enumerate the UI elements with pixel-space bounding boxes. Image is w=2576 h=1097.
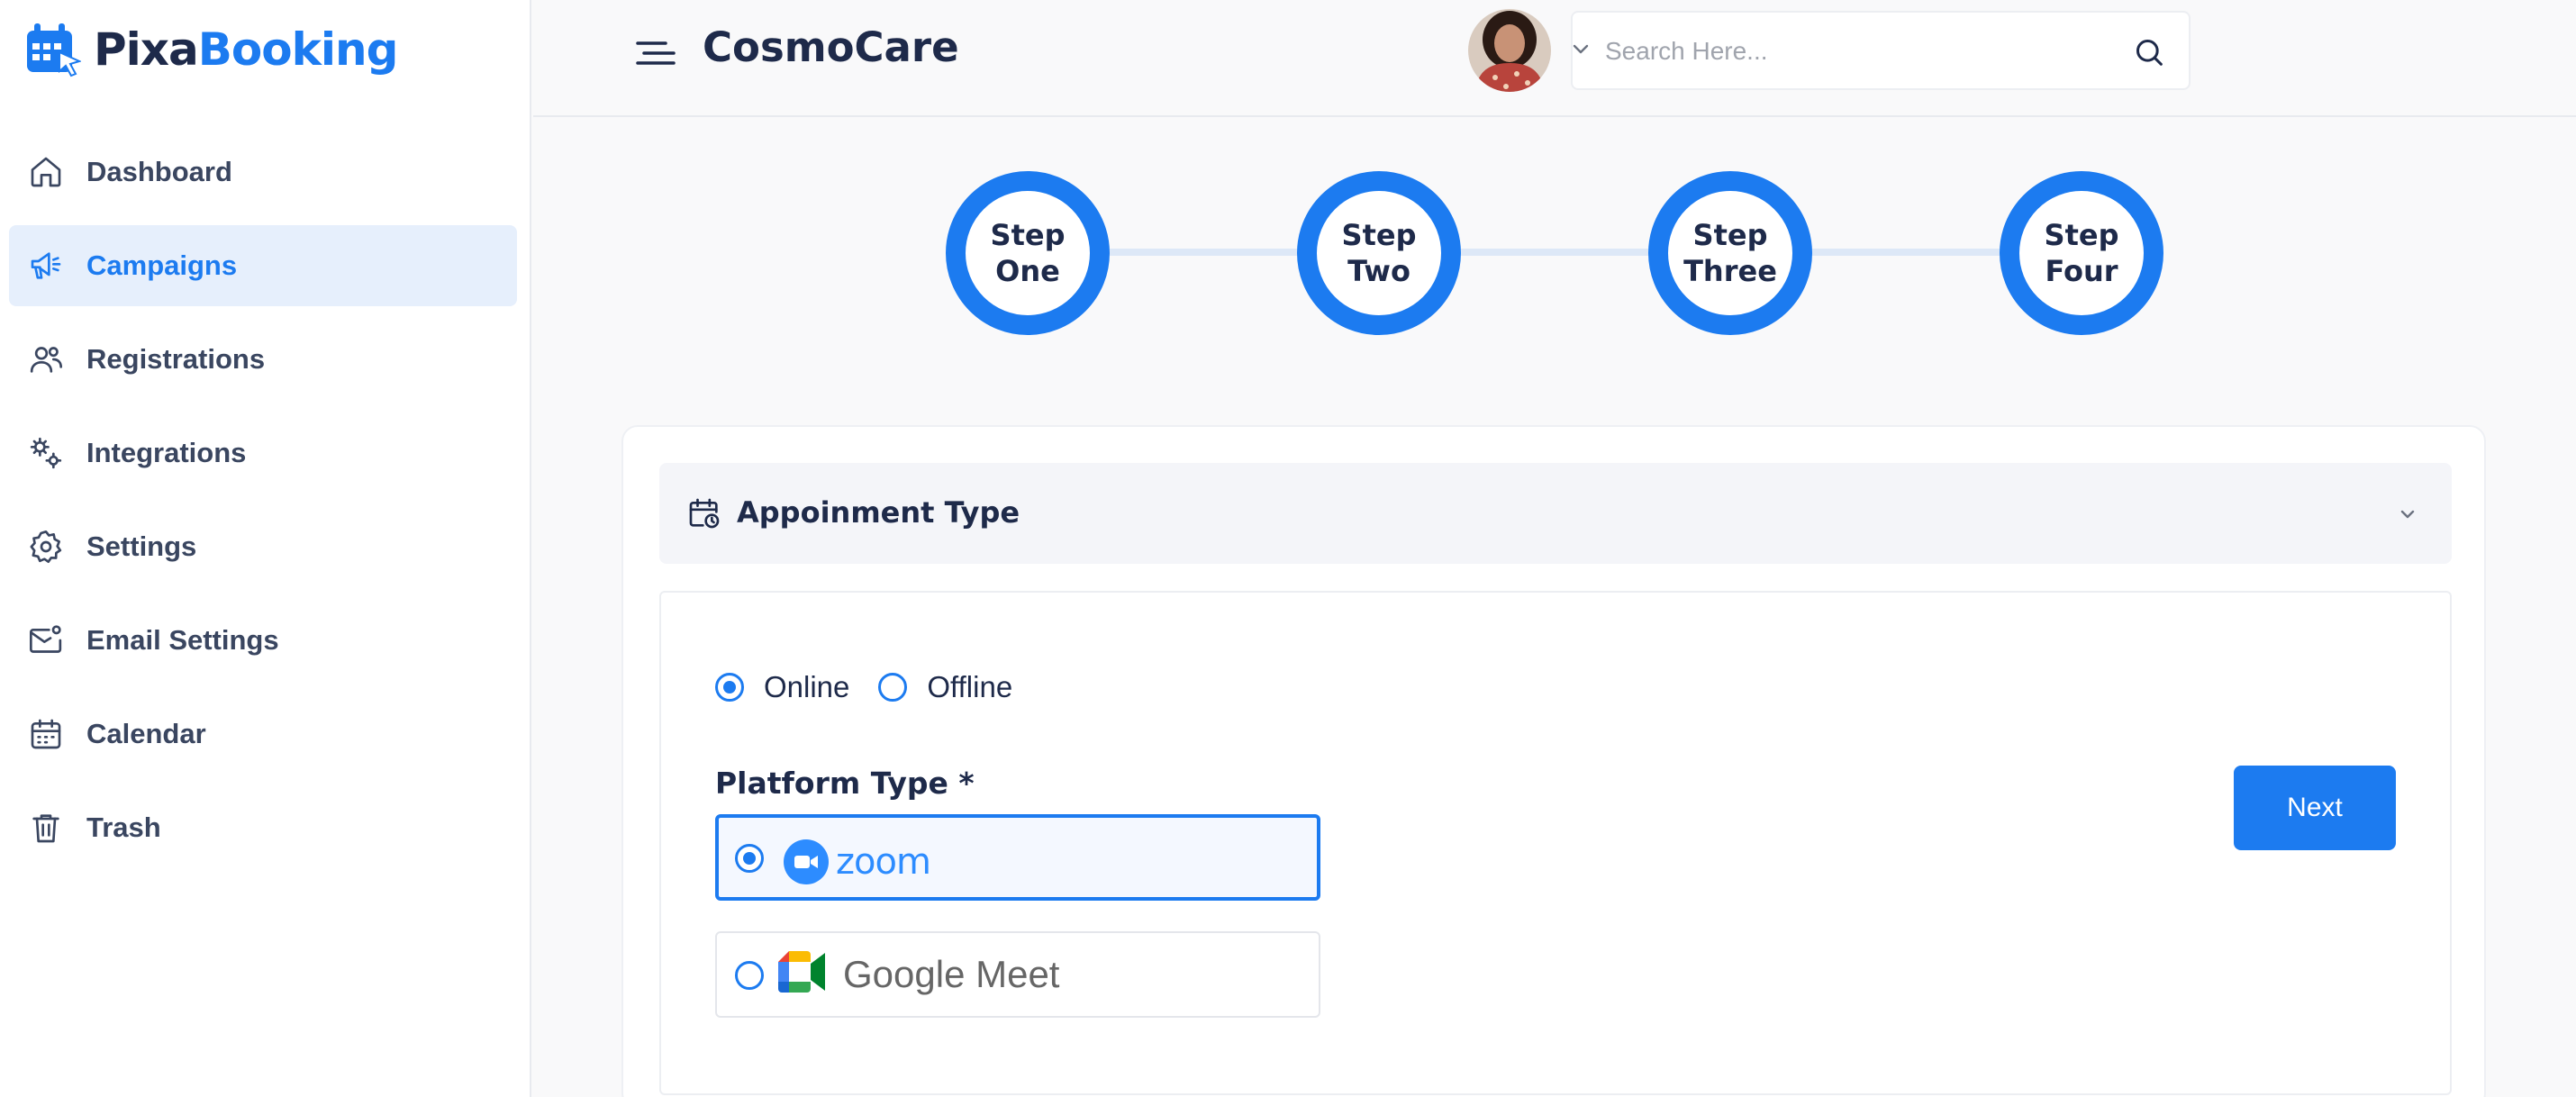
sidebar-item-label: Calendar	[86, 718, 206, 749]
online-label[interactable]: Online	[764, 670, 849, 704]
appointment-mode-group: Online Offline	[715, 670, 1041, 704]
platform-option-zoom[interactable]: zoom	[715, 814, 1320, 901]
sidebar-item-registrations[interactable]: Registrations	[9, 319, 517, 400]
stepper: Step One Step Two Step Three Step Four	[946, 171, 2163, 337]
chevron-down-icon[interactable]	[1569, 40, 1592, 58]
zoom-radio[interactable]	[735, 844, 764, 873]
sidebar-item-campaigns[interactable]: Campaigns	[9, 225, 517, 306]
top-header: CosmoCare	[533, 0, 2576, 117]
sidebar: PixaBooking Dashboard Campaigns Registra…	[0, 0, 531, 1097]
sidebar-item-label: Email Settings	[86, 624, 279, 656]
chevron-down-icon[interactable]	[2396, 506, 2419, 522]
sidebar-item-label: Trash	[86, 811, 161, 843]
brand-name-part2: Booking	[197, 23, 399, 76]
sidebar-item-label: Campaigns	[86, 249, 238, 281]
sidebar-item-calendar[interactable]: Calendar	[9, 694, 517, 775]
trash-icon	[25, 807, 67, 848]
platform-type-label: Platform Type *	[715, 766, 975, 801]
offline-label[interactable]: Offline	[927, 670, 1012, 704]
step-three[interactable]: Step Three	[1648, 171, 1812, 335]
calendar-icon	[25, 713, 67, 755]
zoom-wordmark: zoom	[836, 841, 931, 883]
zoom-camera-icon	[784, 839, 829, 884]
accordion-body: Online Offline Platform Type * zoom Goog…	[659, 591, 2452, 1095]
google-meet-wordmark: Google Meet	[843, 952, 1060, 995]
step-one[interactable]: Step One	[946, 171, 1110, 335]
sidebar-item-label: Settings	[86, 530, 197, 562]
offline-radio[interactable]	[878, 673, 908, 702]
step-label-line2: Four	[2045, 254, 2118, 288]
brand-name: PixaBooking	[94, 23, 399, 76]
step-label-line1: Step	[2044, 218, 2119, 252]
google-meet-logo: Google Meet	[778, 951, 1059, 997]
sidebar-item-email-settings[interactable]: Email Settings	[9, 600, 517, 681]
sidebar-item-integrations[interactable]: Integrations	[9, 413, 517, 494]
calendar-clock-icon	[686, 495, 722, 531]
gear-icon	[25, 526, 67, 567]
sidebar-item-label: Integrations	[86, 437, 247, 468]
zoom-logo: zoom	[784, 839, 931, 884]
step-label-line2: Three	[1683, 254, 1777, 288]
search-icon[interactable]	[2131, 34, 2167, 70]
online-radio[interactable]	[715, 673, 744, 702]
step-connector	[1801, 249, 2009, 256]
sidebar-item-trash[interactable]: Trash	[9, 787, 517, 868]
menu-icon[interactable]	[634, 34, 677, 72]
avatar[interactable]	[1468, 9, 1551, 92]
step-label-line2: Two	[1347, 254, 1410, 288]
accordion-header[interactable]: Appoinment Type	[659, 463, 2452, 564]
sidebar-item-dashboard[interactable]: Dashboard	[9, 131, 517, 213]
mail-settings-icon	[25, 620, 67, 661]
section-title: Appoinment Type	[737, 495, 1020, 530]
step-label-line1: Step	[1692, 218, 1768, 252]
megaphone-icon	[25, 245, 67, 286]
step-label-line2: One	[995, 254, 1060, 288]
google-meet-radio[interactable]	[735, 961, 764, 990]
step-connector	[1450, 249, 1657, 256]
sidebar-item-settings[interactable]: Settings	[9, 506, 517, 587]
sidebar-nav: Dashboard Campaigns Registrations Integr…	[9, 131, 517, 881]
google-meet-icon	[778, 951, 827, 997]
search-box	[1571, 11, 2191, 90]
step-connector	[1099, 249, 1306, 256]
step-label-line1: Step	[1341, 218, 1417, 252]
home-icon	[25, 151, 67, 193]
sidebar-item-label: Dashboard	[86, 156, 232, 187]
step-two[interactable]: Step Two	[1297, 171, 1461, 335]
integrations-icon	[25, 432, 67, 474]
step-four[interactable]: Step Four	[2000, 171, 2163, 335]
appointment-card: Appoinment Type Online Offline Platform …	[621, 425, 2486, 1097]
users-icon	[25, 339, 67, 380]
next-button[interactable]: Next	[2234, 766, 2396, 850]
step-label-line1: Step	[990, 218, 1066, 252]
brand-logo[interactable]: PixaBooking	[25, 18, 399, 81]
platform-option-google-meet[interactable]: Google Meet	[715, 931, 1320, 1018]
search-input[interactable]	[1605, 32, 2109, 70]
sidebar-item-label: Registrations	[86, 343, 266, 375]
brand-name-part1: Pixa	[94, 23, 199, 76]
calendar-logo-icon	[25, 22, 82, 77]
page-title: CosmoCare	[703, 23, 959, 71]
